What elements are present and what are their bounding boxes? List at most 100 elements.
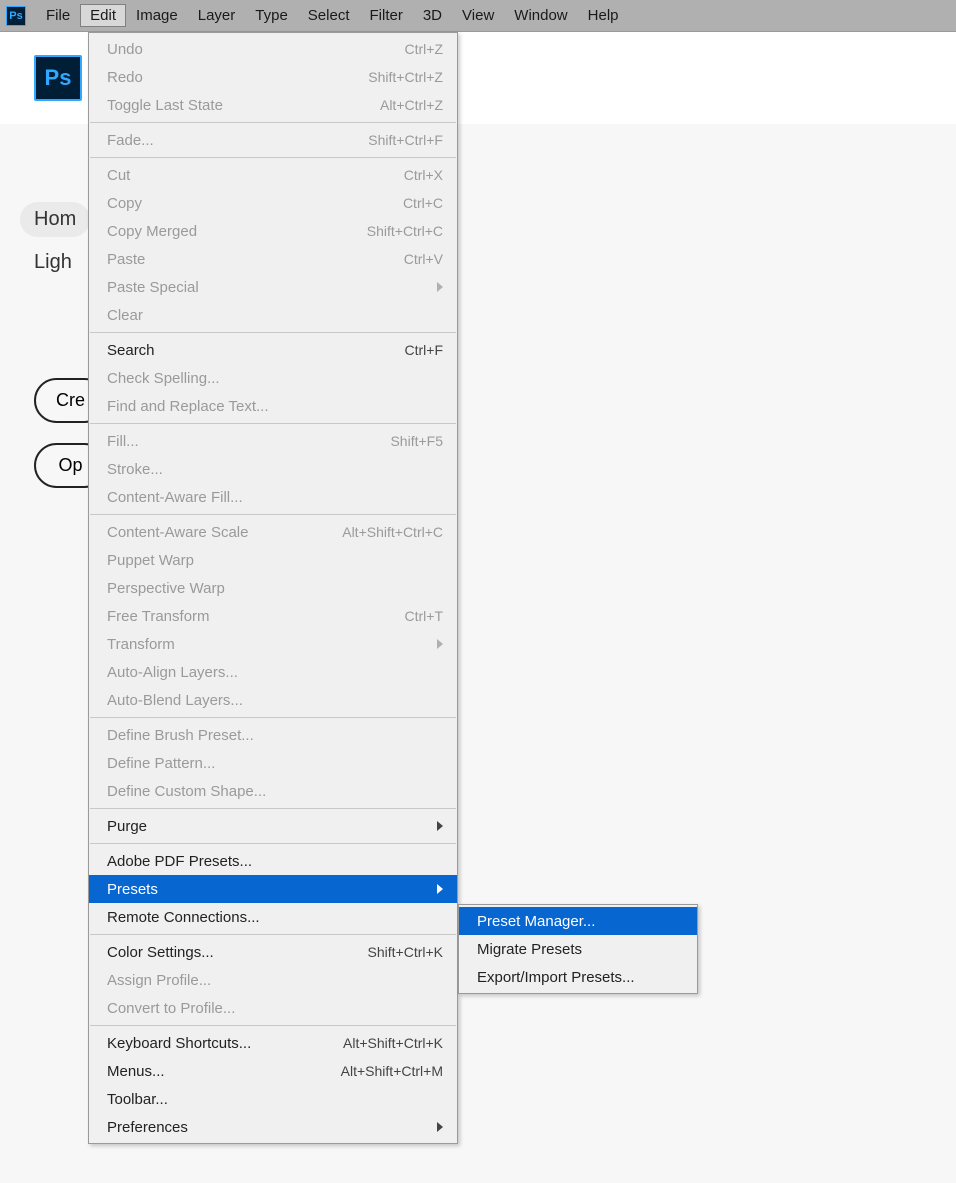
menu-item-copy: CopyCtrl+C xyxy=(89,189,457,217)
menu-item-convert-to-profile-: Convert to Profile... xyxy=(89,994,457,1022)
menu-item-purge[interactable]: Purge xyxy=(89,812,457,840)
menu-item-menus-[interactable]: Menus...Alt+Shift+Ctrl+M xyxy=(89,1057,457,1085)
menu-item-label: Copy xyxy=(107,195,403,212)
menu-item-preferences[interactable]: Preferences xyxy=(89,1113,457,1141)
menu-item-shortcut: Alt+Shift+Ctrl+C xyxy=(342,524,443,540)
menu-item-label: Define Custom Shape... xyxy=(107,783,443,800)
menu-item-clear: Clear xyxy=(89,301,457,329)
menu-type[interactable]: Type xyxy=(245,4,298,27)
menu-select[interactable]: Select xyxy=(298,4,360,27)
menu-item-shortcut: Alt+Shift+Ctrl+M xyxy=(341,1063,443,1079)
menu-item-fade-: Fade...Shift+Ctrl+F xyxy=(89,126,457,154)
menu-item-define-brush-preset-: Define Brush Preset... xyxy=(89,721,457,749)
menu-item-label: Free Transform xyxy=(107,608,405,625)
menu-item-redo: RedoShift+Ctrl+Z xyxy=(89,63,457,91)
menu-item-shortcut: Shift+Ctrl+C xyxy=(367,223,443,239)
menu-item-label: Fill... xyxy=(107,433,390,450)
menu-item-label: Adobe PDF Presets... xyxy=(107,853,443,870)
menu-item-label: Presets xyxy=(107,881,429,898)
menu-item-remote-connections-[interactable]: Remote Connections... xyxy=(89,903,457,931)
menu-item-shortcut: Ctrl+Z xyxy=(405,41,444,57)
menu-item-transform: Transform xyxy=(89,630,457,658)
menu-separator xyxy=(90,717,456,718)
menu-item-shortcut: Ctrl+T xyxy=(405,608,444,624)
menu-item-define-pattern-: Define Pattern... xyxy=(89,749,457,777)
menu-item-label: Assign Profile... xyxy=(107,972,443,989)
menu-item-label: Menus... xyxy=(107,1063,341,1080)
menu-item-adobe-pdf-presets-[interactable]: Adobe PDF Presets... xyxy=(89,847,457,875)
menu-separator xyxy=(90,332,456,333)
menu-separator xyxy=(90,843,456,844)
submenu-arrow-icon xyxy=(437,282,443,292)
menu-separator xyxy=(90,934,456,935)
menu-file[interactable]: File xyxy=(36,4,80,27)
sidebar: HomLigh xyxy=(34,202,90,274)
menu-separator xyxy=(90,1025,456,1026)
menu-item-label: Define Brush Preset... xyxy=(107,727,443,744)
menu-item-stroke-: Stroke... xyxy=(89,455,457,483)
menu-filter[interactable]: Filter xyxy=(360,4,413,27)
submenu-arrow-icon xyxy=(437,639,443,649)
menu-item-puppet-warp: Puppet Warp xyxy=(89,546,457,574)
menu-item-label: Preferences xyxy=(107,1119,429,1136)
menu-help[interactable]: Help xyxy=(578,4,629,27)
menu-separator xyxy=(90,423,456,424)
menu-item-shortcut: Shift+Ctrl+Z xyxy=(368,69,443,85)
menu-item-label: Fade... xyxy=(107,132,368,149)
menu-image[interactable]: Image xyxy=(126,4,188,27)
menu-edit[interactable]: Edit xyxy=(80,4,126,27)
menu-item-assign-profile-: Assign Profile... xyxy=(89,966,457,994)
menu-item-toolbar-[interactable]: Toolbar... xyxy=(89,1085,457,1113)
menu-item-label: Copy Merged xyxy=(107,223,367,240)
submenu-item-preset-manager-[interactable]: Preset Manager... xyxy=(459,907,697,935)
menu-item-toggle-last-state: Toggle Last StateAlt+Ctrl+Z xyxy=(89,91,457,119)
menu-item-shortcut: Shift+Ctrl+F xyxy=(368,132,443,148)
menu-item-label: Check Spelling... xyxy=(107,370,443,387)
menu-item-keyboard-shortcuts-[interactable]: Keyboard Shortcuts...Alt+Shift+Ctrl+K xyxy=(89,1029,457,1057)
menu-item-label: Perspective Warp xyxy=(107,580,443,597)
menu-3d[interactable]: 3D xyxy=(413,4,452,27)
menu-item-label: Transform xyxy=(107,636,429,653)
menu-item-label: Toggle Last State xyxy=(107,97,380,114)
menu-item-define-custom-shape-: Define Custom Shape... xyxy=(89,777,457,805)
menu-item-label: Keyboard Shortcuts... xyxy=(107,1035,343,1052)
sidebar-item-1[interactable]: Ligh xyxy=(34,251,90,274)
submenu-arrow-icon xyxy=(437,1122,443,1132)
menu-item-paste-special: Paste Special xyxy=(89,273,457,301)
menu-item-label: Auto-Blend Layers... xyxy=(107,692,443,709)
menu-item-content-aware-scale: Content-Aware ScaleAlt+Shift+Ctrl+C xyxy=(89,518,457,546)
submenu-item-migrate-presets[interactable]: Migrate Presets xyxy=(459,935,697,963)
menu-item-auto-align-layers-: Auto-Align Layers... xyxy=(89,658,457,686)
app-icon: Ps xyxy=(6,6,26,26)
presets-submenu: Preset Manager... Migrate Presets Export/I… xyxy=(458,904,698,994)
submenu-item-export-import-presets-[interactable]: Export/Import Presets... xyxy=(459,963,697,991)
submenu-item-label: Preset Manager... xyxy=(477,913,683,930)
menu-item-label: Redo xyxy=(107,69,368,86)
menubar: Ps FileEditImageLayerTypeSelectFilter3DV… xyxy=(0,0,956,32)
menu-item-copy-merged: Copy MergedShift+Ctrl+C xyxy=(89,217,457,245)
edit-menu-dropdown: UndoCtrl+ZRedoShift+Ctrl+ZToggle Last St… xyxy=(88,32,458,1144)
menu-item-cut: CutCtrl+X xyxy=(89,161,457,189)
menu-item-label: Auto-Align Layers... xyxy=(107,664,443,681)
menu-item-paste: PasteCtrl+V xyxy=(89,245,457,273)
menu-item-label: Puppet Warp xyxy=(107,552,443,569)
submenu-arrow-icon xyxy=(437,884,443,894)
submenu-item-label: Migrate Presets xyxy=(477,941,683,958)
menu-item-label: Clear xyxy=(107,307,443,324)
menu-item-auto-blend-layers-: Auto-Blend Layers... xyxy=(89,686,457,714)
menu-item-label: Color Settings... xyxy=(107,944,368,961)
menu-item-label: Undo xyxy=(107,41,405,58)
menu-item-label: Find and Replace Text... xyxy=(107,398,443,415)
menu-item-free-transform: Free TransformCtrl+T xyxy=(89,602,457,630)
menu-item-shortcut: Alt+Shift+Ctrl+K xyxy=(343,1035,443,1051)
menu-layer[interactable]: Layer xyxy=(188,4,246,27)
menu-view[interactable]: View xyxy=(452,4,504,27)
menu-window[interactable]: Window xyxy=(504,4,577,27)
menu-item-presets[interactable]: Presets xyxy=(89,875,457,903)
menu-item-label: Search xyxy=(107,342,405,359)
sidebar-item-0[interactable]: Hom xyxy=(20,202,90,237)
menu-item-undo: UndoCtrl+Z xyxy=(89,35,457,63)
menu-item-search[interactable]: SearchCtrl+F xyxy=(89,336,457,364)
menu-item-shortcut: Ctrl+X xyxy=(404,167,443,183)
menu-item-color-settings-[interactable]: Color Settings...Shift+Ctrl+K xyxy=(89,938,457,966)
